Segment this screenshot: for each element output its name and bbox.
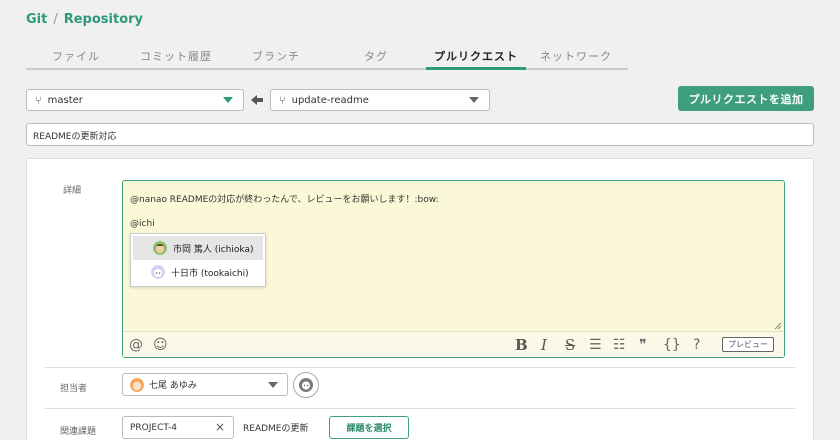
emoji-icon[interactable]: ☺: [153, 337, 168, 353]
avatar: [130, 377, 144, 392]
divider: [45, 367, 795, 368]
add-pull-request-button[interactable]: プルリクエストを追加: [678, 86, 814, 111]
related-issue-key: PROJECT-4: [130, 423, 178, 433]
compare-branch-select[interactable]: ⑂ update-readme: [270, 89, 490, 111]
details-label: 詳細: [63, 186, 82, 196]
breadcrumb-root[interactable]: Git: [26, 12, 47, 27]
preview-button[interactable]: プレビュー: [722, 337, 774, 352]
mention-icon[interactable]: @: [129, 337, 143, 353]
breadcrumb-separator: /: [53, 12, 58, 27]
divider: [45, 408, 795, 409]
breadcrumb-current[interactable]: Repository: [64, 12, 143, 27]
related-issue-title: READMEの更新: [243, 424, 309, 434]
breadcrumb: Git / Repository: [26, 12, 143, 27]
clear-icon[interactable]: ×: [215, 420, 225, 434]
code-icon[interactable]: {}: [663, 337, 681, 353]
assignee-label: 担当者: [60, 384, 88, 394]
related-issue-input[interactable]: PROJECT-4 ×: [122, 416, 234, 439]
arrow-left-icon: [251, 95, 263, 105]
repo-tabs: ファイル コミット履歴 ブランチ タグ プルリクエスト ネットワーク: [26, 46, 628, 70]
tab-branches[interactable]: ブランチ: [226, 46, 326, 68]
mention-option[interactable]: 市岡 篤人 (ichioka): [133, 236, 263, 260]
assignee-select[interactable]: 七尾 あゆみ: [122, 373, 288, 396]
editor-toolbar: @ ☺ B I S ☰ ☷ ❞ {} ? プレビュー: [123, 331, 784, 357]
numbered-list-icon[interactable]: ☷: [613, 337, 626, 353]
compare-branch-value: update-readme: [291, 94, 369, 106]
mention-option-label: 十日市 (tookaichi): [171, 268, 249, 279]
help-icon[interactable]: ?: [693, 337, 700, 353]
related-issue-label: 関連課題: [60, 427, 97, 437]
bold-icon[interactable]: B: [515, 336, 528, 354]
avatar: [153, 241, 167, 255]
assign-myself-button[interactable]: [293, 372, 319, 398]
resize-handle-icon[interactable]: [774, 322, 782, 330]
assignee-value: 七尾 あゆみ: [149, 381, 197, 391]
pr-title-input[interactable]: READMEの更新対応: [26, 123, 814, 146]
details-text-line: @nanao READMEの対応が終わったんで、レビューをお願いします！:bow…: [130, 195, 439, 205]
tab-tags[interactable]: タグ: [326, 46, 426, 68]
select-issue-button[interactable]: 課題を選択: [329, 416, 409, 439]
strikethrough-icon[interactable]: S: [565, 336, 575, 354]
italic-icon[interactable]: I: [541, 336, 547, 354]
bulleted-list-icon[interactable]: ☰: [589, 337, 602, 353]
details-editor[interactable]: @nanao READMEの対応が終わったんで、レビューをお願いします！:bow…: [122, 180, 785, 358]
tab-files[interactable]: ファイル: [26, 46, 126, 68]
chevron-down-icon: [469, 97, 479, 103]
tab-network[interactable]: ネットワーク: [526, 46, 626, 68]
chevron-down-icon: [223, 97, 233, 103]
details-text-line: @ichi: [130, 219, 155, 229]
mention-suggestions: 市岡 篤人 (ichioka) 十日市 (tookaichi): [130, 233, 266, 287]
branch-icon: ⑂: [279, 93, 286, 107]
pr-form-panel: 詳細 @nanao READMEの対応が終わったんで、レビューをお願いします！:…: [26, 158, 814, 440]
mention-option[interactable]: 十日市 (tookaichi): [131, 260, 265, 284]
base-branch-select[interactable]: ⑂ master: [26, 89, 244, 111]
tab-commit-history[interactable]: コミット履歴: [126, 46, 226, 68]
chevron-down-icon: [268, 382, 278, 388]
tab-pull-requests[interactable]: プルリクエスト: [426, 46, 526, 70]
user-icon: [299, 378, 313, 392]
branch-icon: ⑂: [35, 93, 42, 107]
base-branch-value: master: [47, 94, 83, 106]
avatar: [151, 265, 165, 279]
quote-icon[interactable]: ❞: [639, 337, 647, 353]
mention-option-label: 市岡 篤人 (ichioka): [173, 244, 254, 255]
